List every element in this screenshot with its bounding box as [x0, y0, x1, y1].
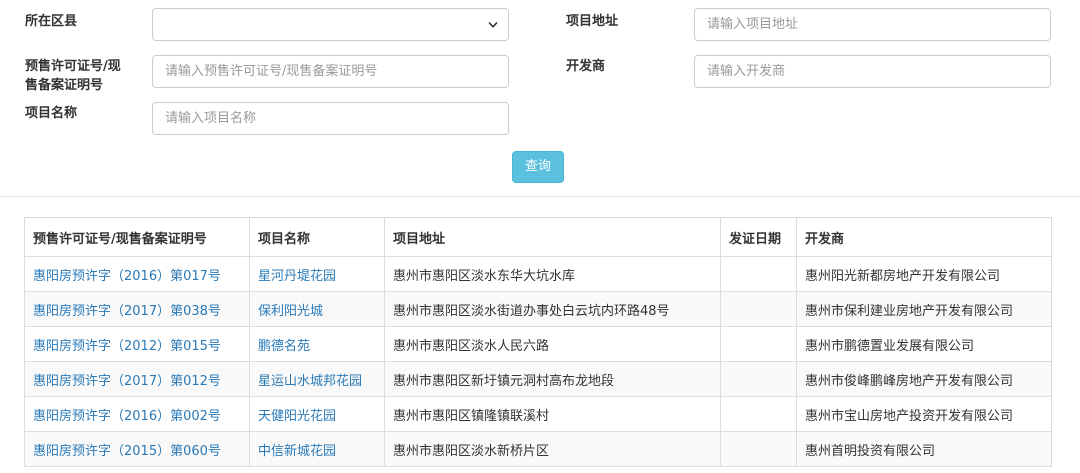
- permit-input[interactable]: 请输入预售许可证号/现售备案证明号: [152, 55, 509, 88]
- district-label: 所在区县: [25, 14, 78, 29]
- developer-input[interactable]: 请输入开发商: [694, 55, 1051, 88]
- project-name-link[interactable]: 星运山水城邦花园: [249, 361, 385, 397]
- table-row: 惠阳房预许字（2017）第038号 保利阳光城 惠州市惠阳区淡水街道办事处白云坑…: [24, 291, 1052, 327]
- permit-label: 预售许可证号/现 售备案证明号: [25, 57, 121, 95]
- issue-date-cell: [720, 431, 797, 467]
- project-address-cell: 惠州市惠阳区淡水人民六路: [384, 326, 721, 362]
- column-header-date: 发证日期: [720, 217, 797, 257]
- permit-placeholder: 请输入预售许可证号/现售备案证明号: [165, 64, 378, 79]
- permit-link[interactable]: 惠阳房预许字（2016）第017号: [24, 256, 250, 292]
- results-table: 预售许可证号/现售备案证明号 项目名称 项目地址 发证日期 开发商 惠阳房预许字…: [24, 217, 1052, 467]
- project-address-cell: 惠州市惠阳区淡水新桥片区: [384, 431, 721, 467]
- address-label: 项目地址: [566, 14, 619, 29]
- project-name-input[interactable]: 请输入项目名称: [152, 102, 509, 135]
- project-name-link[interactable]: 中信新城花园: [249, 431, 385, 467]
- project-address-cell: 惠州市惠阳区新圩镇元洞村高布龙地段: [384, 361, 721, 397]
- issue-date-cell: [720, 396, 797, 432]
- column-header-developer: 开发商: [796, 217, 1052, 257]
- project-address-cell: 惠州市惠阳区镇隆镇联溪村: [384, 396, 721, 432]
- project-name-link[interactable]: 天健阳光花园: [249, 396, 385, 432]
- permit-link[interactable]: 惠阳房预许字（2017）第012号: [24, 361, 250, 397]
- developer-cell: 惠州阳光新都房地产开发有限公司: [796, 256, 1052, 292]
- search-page: 所在区县 项目地址 请输入项目地址 预售许可证号/现 售备案证明号 请输入预售许…: [0, 0, 1080, 473]
- query-button[interactable]: 查询: [512, 151, 564, 183]
- table-row: 惠阳房预许字（2015）第060号 中信新城花园 惠州市惠阳区淡水新桥片区 惠州…: [24, 431, 1052, 467]
- permit-link[interactable]: 惠阳房预许字（2017）第038号: [24, 291, 250, 327]
- section-divider: [0, 196, 1080, 197]
- column-header-address: 项目地址: [384, 217, 721, 257]
- table-header-row: 预售许可证号/现售备案证明号 项目名称 项目地址 发证日期 开发商: [24, 217, 1052, 257]
- permit-link[interactable]: 惠阳房预许字（2012）第015号: [24, 326, 250, 362]
- column-header-name: 项目名称: [249, 217, 385, 257]
- permit-label-line2: 售备案证明号: [25, 78, 104, 93]
- project-name-link[interactable]: 保利阳光城: [249, 291, 385, 327]
- address-placeholder: 请输入项目地址: [707, 17, 799, 32]
- developer-cell: 惠州市俊峰鹏峰房地产开发有限公司: [796, 361, 1052, 397]
- issue-date-cell: [720, 256, 797, 292]
- table-row: 惠阳房预许字（2012）第015号 鹏德名苑 惠州市惠阳区淡水人民六路 惠州市鹏…: [24, 326, 1052, 362]
- permit-link[interactable]: 惠阳房预许字（2016）第002号: [24, 396, 250, 432]
- permit-link[interactable]: 惠阳房预许字（2015）第060号: [24, 431, 250, 467]
- developer-cell: 惠州市鹏德置业发展有限公司: [796, 326, 1052, 362]
- developer-label: 开发商: [566, 59, 606, 74]
- project-name-label: 项目名称: [25, 106, 78, 121]
- developer-cell: 惠州市保利建业房地产开发有限公司: [796, 291, 1052, 327]
- project-address-cell: 惠州市惠阳区淡水东华大坑水库: [384, 256, 721, 292]
- project-name-link[interactable]: 鹏德名苑: [249, 326, 385, 362]
- column-header-permit: 预售许可证号/现售备案证明号: [24, 217, 250, 257]
- project-name-link[interactable]: 星河丹堤花园: [249, 256, 385, 292]
- chevron-down-icon: [488, 22, 498, 28]
- table-row: 惠阳房预许字（2017）第012号 星运山水城邦花园 惠州市惠阳区新圩镇元洞村高…: [24, 361, 1052, 397]
- issue-date-cell: [720, 361, 797, 397]
- table-row: 惠阳房预许字（2016）第002号 天健阳光花园 惠州市惠阳区镇隆镇联溪村 惠州…: [24, 396, 1052, 432]
- district-select[interactable]: [152, 8, 509, 41]
- project-name-placeholder: 请输入项目名称: [165, 111, 257, 126]
- table-row: 惠阳房预许字（2016）第017号 星河丹堤花园 惠州市惠阳区淡水东华大坑水库 …: [24, 256, 1052, 292]
- address-input[interactable]: 请输入项目地址: [694, 8, 1051, 41]
- permit-label-line1: 预售许可证号/现: [25, 59, 121, 74]
- developer-placeholder: 请输入开发商: [707, 64, 786, 79]
- issue-date-cell: [720, 291, 797, 327]
- developer-cell: 惠州市宝山房地产投资开发有限公司: [796, 396, 1052, 432]
- developer-cell: 惠州首明投资有限公司: [796, 431, 1052, 467]
- issue-date-cell: [720, 326, 797, 362]
- project-address-cell: 惠州市惠阳区淡水街道办事处白云坑内环路48号: [384, 291, 721, 327]
